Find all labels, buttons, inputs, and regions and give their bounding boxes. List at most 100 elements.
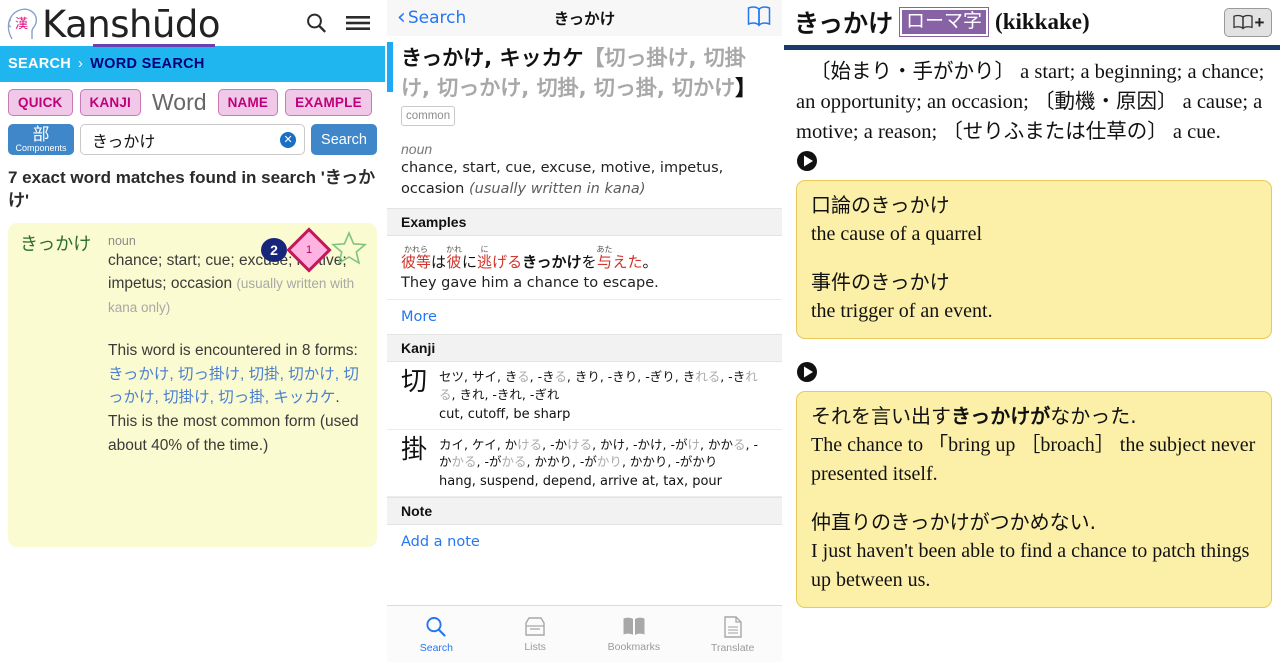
ruby-token: きっかけ <box>522 244 581 270</box>
jp-post: なかった. <box>1050 403 1137 428</box>
more-examples-link[interactable]: More <box>387 300 782 334</box>
site-logo[interactable]: 漢 Kanshūdo <box>6 4 299 44</box>
tab-name[interactable]: NAME <box>217 89 279 116</box>
entry-part-of-speech: noun <box>401 141 433 158</box>
tab-lists-label: Lists <box>524 640 546 653</box>
book-plus-icon[interactable]: + <box>1224 7 1272 37</box>
entry-scroll-area[interactable]: きっかけ, キッカケ【切っ掛け, 切掛け, 切っかけ, 切掛, 切っ掛, 切かけ… <box>387 36 782 604</box>
reading-text: , きり, -きり, -ぎり, き <box>566 369 696 385</box>
example-box: 口論のきっかけ the cause of a quarrel 事件のきっかけ t… <box>796 179 1272 339</box>
search-field-wrapper[interactable]: ✕ <box>80 124 306 156</box>
kanji-meaning: hang, suspend, depend, arrive at, tax, p… <box>439 474 723 490</box>
play-icon[interactable] <box>784 148 1280 180</box>
star-outline-icon[interactable] <box>330 230 368 270</box>
usefulness-badge[interactable]: 2 <box>261 238 287 262</box>
breadcrumb-separator-icon: › <box>78 56 84 72</box>
ios-navigation-bar: ‹ Search きっかけ <box>387 0 782 36</box>
note-forms[interactable]: きっかけ, 切っ掛け, 切掛, 切かけ, 切っかけ, 切掛け, 切っ掛, キッカ… <box>108 366 359 407</box>
ruby-token: を <box>581 244 596 270</box>
romaji-tag: ローマ字 <box>899 7 990 37</box>
ruby-token: かれ彼 <box>446 244 462 270</box>
breadcrumb-root[interactable]: SEARCH <box>8 56 71 72</box>
tab-bookmarks[interactable]: Bookmarks <box>585 606 684 662</box>
note-pre: This word is encountered in 8 forms: <box>108 342 358 360</box>
ruby-token: は <box>431 244 446 270</box>
tab-lists[interactable]: Lists <box>486 606 585 662</box>
reading-text: , -き <box>720 369 746 385</box>
card-badges: 2 1 <box>261 227 368 273</box>
example-block[interactable]: かれら 彼等はかれ彼にに逃げる きっかけをあた与えた。 They gave him … <box>387 236 782 301</box>
entry-headword: きっかけ, キッカケ <box>401 46 584 70</box>
tab-search-label: Search <box>419 641 454 654</box>
base-text: に <box>462 253 478 272</box>
okurigana: かる <box>451 454 477 470</box>
search-input[interactable] <box>90 129 275 151</box>
example-english: the trigger of an event. <box>811 299 993 322</box>
back-button[interactable]: ‹ Search <box>397 7 466 29</box>
tab-quick[interactable]: QUICK <box>8 89 73 116</box>
site-header: 漢 Kanshūdo <box>0 0 385 47</box>
search-icon[interactable] <box>299 6 333 40</box>
tab-search[interactable]: Search <box>387 606 486 662</box>
example-japanese: 仲直りのきっかけがつかめない. <box>811 509 1096 534</box>
search-mode-tabs: QUICK KANJI Word NAME EXAMPLE <box>0 82 385 120</box>
dictionary-headword: きっかけ <box>794 9 894 38</box>
card-body: noun chance; start; cue; excuse; motive;… <box>104 233 365 533</box>
reading-text: , かかり, -が <box>526 454 597 470</box>
tab-kanji[interactable]: KANJI <box>79 89 142 116</box>
okurigana: かる <box>501 454 527 470</box>
example-japanese: それを言い出すきっかけがなかった. <box>811 401 1257 431</box>
ruby-token: かれら 彼等 <box>401 244 431 270</box>
reading-text: セツ, サイ, き <box>439 369 518 385</box>
entry-gloss-note: (usually written in kana) <box>468 181 646 198</box>
breadcrumb: SEARCH › WORD SEARCH <box>0 46 385 82</box>
back-label: Search <box>407 8 467 28</box>
kanji-row[interactable]: 掛 カイ, ケイ, かける, -かける, かけ, -かけ, -がけ, かかる, … <box>387 430 782 498</box>
reading-text: カイ, ケイ, か <box>439 436 518 452</box>
reading-text: , かけ, -かけ, -が <box>592 436 688 452</box>
book-icon[interactable] <box>746 5 772 32</box>
section-header-kanji: Kanji <box>387 334 782 363</box>
kanji-meaning: cut, cutoff, be sharp <box>439 406 571 422</box>
clear-icon[interactable]: ✕ <box>280 131 297 148</box>
dictionary-definition: 〔始まり・手がかり〕 a start; a beginning; a chanc… <box>796 61 1265 143</box>
tab-example[interactable]: EXAMPLE <box>285 89 372 116</box>
dictionary-header: きっかけ ローマ字 (kikkake) + <box>784 0 1280 43</box>
jp-bold: きっかけが <box>951 403 1051 428</box>
kanji-glyph[interactable]: 切 <box>401 368 439 422</box>
tab-word-active: Word <box>152 89 207 115</box>
search-row: 部 Components ✕ Search <box>0 120 385 163</box>
kanji-row[interactable]: 切 セツ, サイ, きる, -きる, きり, -きり, -ぎり, きれる, -き… <box>387 362 782 430</box>
play-icon[interactable] <box>784 339 1280 391</box>
ruby-token: に <box>462 244 477 270</box>
tab-translate[interactable]: Translate <box>683 606 782 662</box>
entry-bracket-close: 】 <box>735 75 757 100</box>
word-result-card[interactable]: きっかけ noun chance; start; cue; excuse; mo… <box>8 222 377 547</box>
common-tag: common <box>401 105 456 126</box>
lists-icon <box>525 616 545 636</box>
kanji-readings: セツ, サイ, きる, -きる, きり, -きり, -ぎり, きれる, -きれる… <box>439 368 770 404</box>
search-button[interactable]: Search <box>311 124 377 156</box>
base-text: 。 <box>642 253 658 272</box>
okurigana: る <box>554 369 567 385</box>
kanji-glyph[interactable]: 掛 <box>401 435 439 490</box>
menu-icon[interactable] <box>341 6 375 40</box>
base-text: 逃 <box>477 253 493 272</box>
reading-text: , かかり, -がかり <box>621 454 718 470</box>
entry-bracket-open: 【 <box>583 46 605 70</box>
chevron-left-icon: ‹ <box>397 5 406 30</box>
entry-header: きっかけ, キッカケ【切っ掛け, 切掛け, 切っかけ, 切掛, 切っ掛, 切かけ… <box>387 36 782 137</box>
example-box: それを言い出すきっかけがなかった. The chance to 「bring u… <box>796 390 1272 608</box>
okurigana: る <box>733 436 746 452</box>
okurigana: ける <box>517 436 543 452</box>
components-button[interactable]: 部 Components <box>8 124 74 156</box>
reading-text: , -か <box>542 436 568 452</box>
level-badge[interactable]: 1 <box>286 227 332 273</box>
tab-bookmarks-label: Bookmarks <box>607 640 661 653</box>
add-note-link[interactable]: Add a note <box>387 525 782 559</box>
three-panel-screenshot: 漢 Kanshūdo SEARCH › WORD SEARCH QUICK KA… <box>0 0 1280 662</box>
head-kanji-logo-icon: 漢 <box>6 4 40 42</box>
card-headword[interactable]: きっかけ <box>20 233 104 533</box>
